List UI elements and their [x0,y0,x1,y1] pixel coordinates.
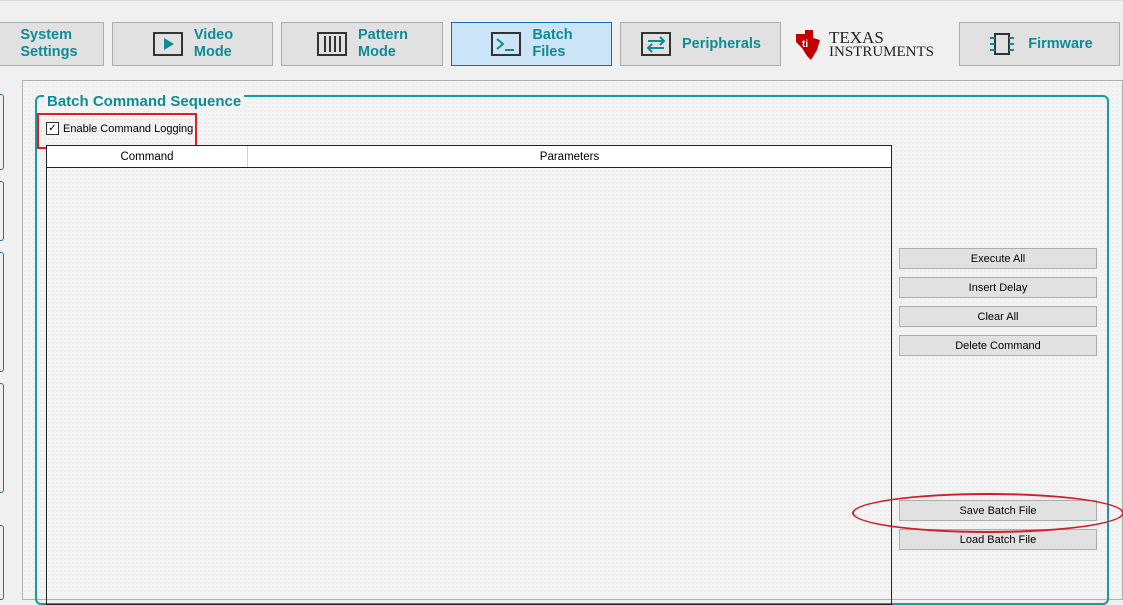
pattern-icon [317,32,348,56]
sidebar-segment[interactable] [0,383,4,493]
annotation-ellipse [852,493,1123,533]
ti-wordmark: Texas Instruments [829,29,935,60]
swap-arrows-icon [641,32,671,56]
tab-peripherals[interactable]: Peripherals [620,22,781,66]
terminal-icon [491,32,522,56]
table-header: Command Parameters [47,146,891,168]
command-table[interactable]: Command Parameters [46,145,892,605]
tab-label: Video Mode [193,27,234,60]
column-header-parameters[interactable]: Parameters [248,146,891,167]
enable-logging-checkbox[interactable]: ✓ Enable Command Logging [46,122,193,135]
insert-delay-button[interactable]: Insert Delay [899,277,1097,298]
tab-system-settings[interactable]: System Settings [0,22,104,66]
tab-label: Pattern Mode [358,27,408,60]
group-title: Batch Command Sequence [44,93,245,111]
sidebar-segment[interactable] [0,525,4,600]
tab-pattern-mode[interactable]: Pattern Mode [281,22,443,66]
column-header-command[interactable]: Command [47,146,248,167]
chip-icon [990,33,1015,55]
ti-emblem-icon: ti [796,30,820,60]
svg-text:ti: ti [802,39,808,50]
tab-video-mode[interactable]: Video Mode [112,22,273,66]
tab-label: Firmware [1028,35,1093,52]
execute-all-button[interactable]: Execute All [899,248,1097,269]
sidebar-segment[interactable] [0,252,4,372]
clear-all-button[interactable]: Clear All [899,306,1097,327]
tab-label: Batch Files [532,27,573,60]
delete-command-button[interactable]: Delete Command [899,335,1097,356]
sidebar-segment[interactable] [0,181,4,241]
tab-label: System Settings [20,27,78,60]
left-sidebar-edge [0,80,10,600]
tab-firmware[interactable]: Firmware [959,22,1120,66]
tab-label: Peripherals [682,35,761,52]
ti-line-2: Instruments [829,44,935,60]
sidebar-segment[interactable] [0,94,4,170]
play-icon [152,32,183,56]
top-toolbar: System Settings Video Mode Pattern Mode … [0,0,1123,80]
tab-batch-files[interactable]: Batch Files [451,22,612,66]
checkbox-label: Enable Command Logging [63,122,194,135]
top-divider [0,0,1123,1]
texas-instruments-logo: ti Texas Instruments [793,24,943,66]
checkbox-box[interactable]: ✓ [46,122,59,135]
